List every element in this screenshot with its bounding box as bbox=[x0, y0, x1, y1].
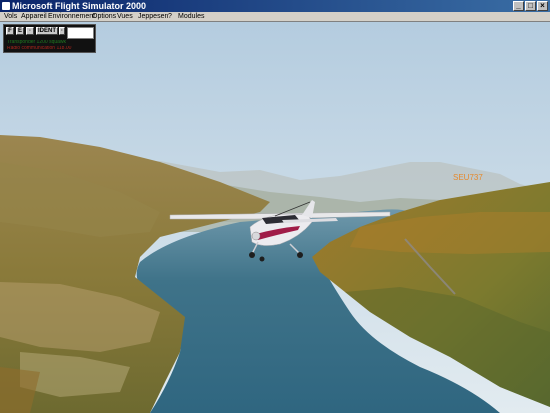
status-line-1: Transponder 1200 squawk bbox=[7, 40, 67, 45]
close-button[interactable]: × bbox=[537, 1, 548, 11]
knob-button[interactable]: ◦ bbox=[26, 27, 34, 35]
menu-jeppesen[interactable]: Jeppesen bbox=[138, 12, 168, 21]
menu-vols[interactable]: Vols bbox=[4, 12, 17, 21]
scenery bbox=[0, 22, 550, 413]
button-e[interactable]: E bbox=[16, 27, 24, 35]
window-controls: _ □ × bbox=[513, 1, 548, 11]
aircraft-wheel-right bbox=[297, 252, 303, 258]
radio-panel: F E ◦ IDENT · Transponder 1200 squawk Ra… bbox=[3, 24, 96, 53]
menu-help[interactable]: ? bbox=[168, 12, 172, 21]
aircraft-wheel-left bbox=[249, 252, 255, 258]
radio-display bbox=[67, 27, 94, 39]
menu-environnement[interactable]: Environnement bbox=[48, 12, 95, 21]
small-button[interactable]: · bbox=[59, 27, 65, 35]
aircraft-wheel-nose bbox=[259, 256, 265, 262]
aircraft-callsign-label: SEU737 bbox=[453, 173, 483, 182]
menu-bar: Vols Appareil Environnement Options Vues… bbox=[0, 12, 550, 22]
flight-viewport[interactable] bbox=[0, 22, 550, 413]
menu-modules[interactable]: Modules bbox=[178, 12, 204, 21]
title-bar: Microsoft Flight Simulator 2000 _ □ × bbox=[0, 0, 550, 12]
menu-vues[interactable]: Vues bbox=[117, 12, 133, 21]
aircraft-spinner bbox=[251, 231, 261, 241]
minimize-button[interactable]: _ bbox=[513, 1, 524, 11]
menu-appareil[interactable]: Appareil bbox=[21, 12, 47, 21]
window-title: Microsoft Flight Simulator 2000 bbox=[12, 1, 147, 11]
ident-button[interactable]: IDENT bbox=[36, 27, 58, 35]
menu-options[interactable]: Options bbox=[92, 12, 116, 21]
app-icon bbox=[2, 2, 10, 10]
button-f[interactable]: F bbox=[6, 27, 14, 35]
status-line-2: Radio communication 118.00 bbox=[7, 46, 72, 51]
maximize-button[interactable]: □ bbox=[525, 1, 536, 11]
